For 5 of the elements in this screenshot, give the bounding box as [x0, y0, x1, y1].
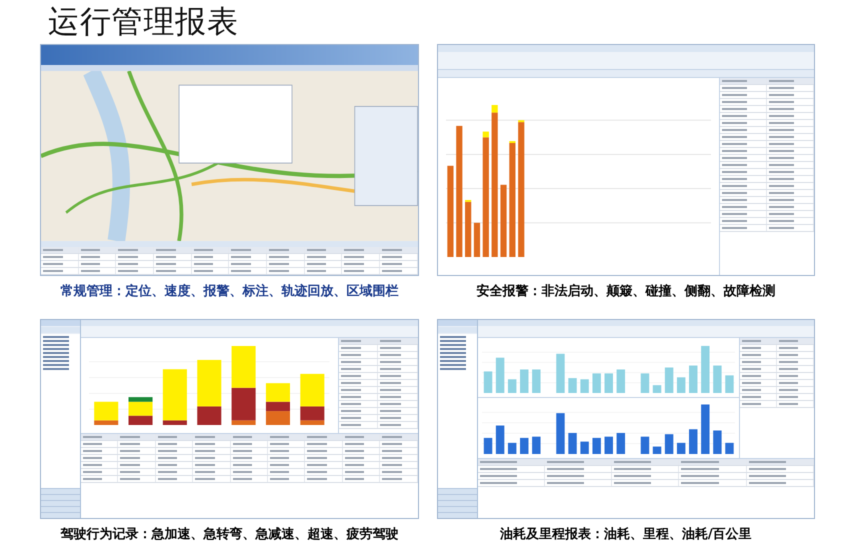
- caption: 油耗及里程报表：油耗、里程、油耗/百公里: [500, 526, 752, 544]
- caption: 驾驶行为记录：急加速、急转弯、急减速、超速、疲劳驾驶: [60, 526, 398, 544]
- caption: 安全报警：非法启动、颠簸、碰撞、侧翻、故障检测: [476, 282, 776, 302]
- page-title: 运行管理报表: [48, 2, 239, 42]
- caption: 常规管理：定位、速度、报警、标注、轨迹回放、区域围栏: [60, 282, 398, 302]
